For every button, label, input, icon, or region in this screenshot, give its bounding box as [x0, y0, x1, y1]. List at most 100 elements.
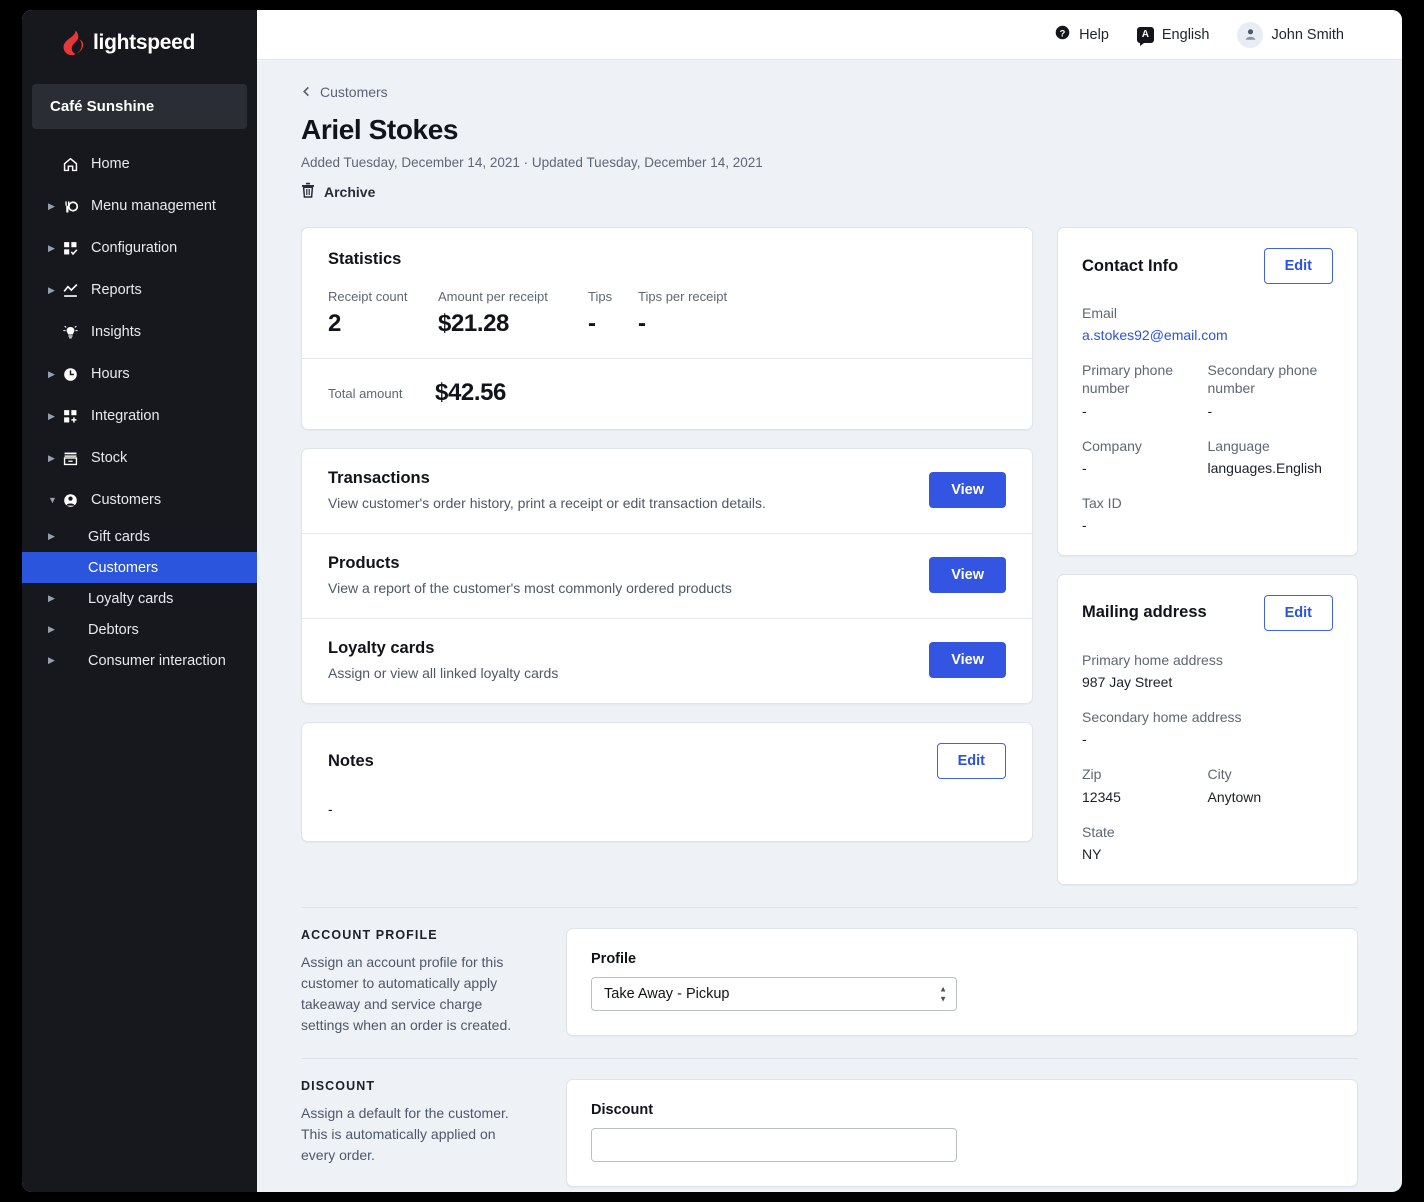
primary-phone-field: Primary phone number - — [1082, 361, 1208, 418]
statistics-metrics: Receipt count 2 Amount per receipt $21.2… — [328, 289, 1006, 338]
stepper-arrows-icon[interactable]: ▲ ▼ — [939, 985, 947, 1004]
company-language-fields: Company - Language languages.English — [1082, 437, 1333, 476]
email-field: Email a.stokes92@email.com — [1082, 304, 1333, 343]
discount-select[interactable] — [591, 1127, 957, 1162]
brand-logo[interactable]: lightspeed — [22, 10, 257, 76]
chevron-right-icon[interactable]: ▶ — [48, 624, 62, 635]
chevron-right-icon[interactable]: ▶ — [48, 285, 62, 295]
archive-button[interactable]: Archive — [301, 182, 1358, 201]
actions-card: Transactions View customer's order histo… — [301, 448, 1033, 704]
chevron-right-icon[interactable]: ▶ — [48, 369, 62, 379]
city-field: City Anytown — [1208, 765, 1334, 804]
main-area: ? Help A English John Smith Customers Ar… — [257, 10, 1402, 1192]
view-loyalty-cards-button[interactable]: View — [929, 642, 1006, 678]
sidebar-item-configuration[interactable]: ▶ Configuration — [22, 227, 257, 269]
chevron-right-icon[interactable]: ▶ — [48, 453, 62, 463]
breadcrumb[interactable]: Customers — [301, 84, 1358, 100]
chevron-right-icon[interactable]: ▶ — [48, 655, 62, 666]
chevron-right-icon[interactable]: ▶ — [48, 531, 62, 542]
sidebar-subitem-loyalty-cards[interactable]: ▶ Loyalty cards — [22, 583, 257, 614]
chevron-down-icon[interactable]: ▼ — [48, 495, 62, 505]
sidebar-item-hours[interactable]: ▶ Hours — [22, 353, 257, 395]
language-selector[interactable]: A English — [1136, 26, 1210, 46]
avatar — [1237, 21, 1264, 48]
chevron-down-icon: ▼ — [939, 994, 947, 1004]
chevron-right-icon[interactable]: ▶ — [48, 411, 62, 421]
sidebar-subitem-label: Debtors — [88, 621, 139, 638]
sidebar-item-home[interactable]: Home — [22, 143, 257, 185]
sidebar-item-label: Integration — [91, 408, 160, 424]
left-column: Statistics Receipt count 2 Amount per re… — [301, 227, 1033, 842]
page-title: Ariel Stokes — [301, 114, 459, 145]
stock-icon — [62, 450, 88, 467]
edit-contact-info-button[interactable]: Edit — [1263, 248, 1333, 284]
field-label: Tax ID — [1082, 494, 1122, 511]
email-link[interactable]: a.stokes92@email.com — [1082, 327, 1333, 343]
edit-notes-button[interactable]: Edit — [936, 743, 1006, 779]
total-value: $42.56 — [435, 379, 507, 406]
stat-value: - — [588, 310, 596, 337]
field-label: State — [1082, 823, 1115, 840]
mailing-address-title: Mailing address — [1082, 603, 1207, 622]
action-text: Transactions View customer's order histo… — [328, 469, 929, 511]
statistics-top: Statistics Receipt count 2 Amount per re… — [302, 228, 1032, 358]
field-value: - — [1082, 402, 1087, 419]
stat-label: Receipt count — [328, 289, 408, 304]
integration-icon — [62, 408, 88, 425]
edit-mailing-address-button[interactable]: Edit — [1263, 594, 1333, 631]
action-title: Loyalty cards — [328, 639, 435, 657]
breadcrumb-label: Customers — [320, 84, 388, 100]
sidebar-subitem-gift-cards[interactable]: ▶ Gift cards — [22, 521, 257, 552]
chevron-right-icon[interactable]: ▶ — [48, 243, 62, 253]
profile-select[interactable]: Take Away - Pickup — [591, 976, 957, 1011]
page-meta: Added Tuesday, December 14, 2021 · Updat… — [301, 155, 763, 170]
field-label: Primary home address — [1082, 651, 1223, 668]
sidebar-subitem-label: Customers — [88, 559, 159, 576]
total-label: Total amount — [328, 385, 403, 401]
help-label: Help — [1079, 26, 1109, 43]
stat-label: Tips per receipt — [638, 289, 728, 304]
field-value: Anytown — [1207, 788, 1262, 805]
notes-value: - — [328, 801, 333, 817]
mailing-address-card: Mailing address Edit Primary home addres… — [1057, 573, 1358, 885]
sidebar-subitem-debtors[interactable]: ▶ Debtors — [22, 614, 257, 645]
sidebar-item-menu-management[interactable]: ▶ Menu management — [22, 185, 257, 227]
action-title: Transactions — [328, 469, 430, 487]
view-transactions-button[interactable]: View — [929, 472, 1006, 508]
store-selector[interactable]: Café Sunshine — [32, 84, 247, 129]
chevron-right-icon[interactable]: ▶ — [48, 201, 62, 211]
field-label: Language — [1207, 437, 1270, 454]
products-row: Products View a report of the customer's… — [302, 533, 1032, 618]
sidebar-item-label: Hours — [91, 366, 130, 382]
sidebar-item-label: Reports — [91, 282, 142, 298]
action-desc: View a report of the customer's most com… — [328, 580, 732, 596]
sidebar-item-label: Home — [91, 156, 130, 172]
chevron-left-icon — [301, 84, 312, 100]
sidebar-item-customers[interactable]: ▼ Customers — [22, 479, 257, 521]
sidebar-subitem-consumer-interaction[interactable]: ▶ Consumer interaction — [22, 645, 257, 676]
sidebar-item-integration[interactable]: ▶ Integration — [22, 395, 257, 437]
company-field: Company - — [1082, 437, 1208, 476]
menu-management-icon — [62, 198, 88, 215]
stat-value: - — [638, 310, 646, 337]
secondary-home-address-field: Secondary home address - — [1082, 708, 1333, 747]
account-profile-section: ACCOUNT PROFILE Assign an account profil… — [301, 906, 1358, 1036]
account-profile-desc: Assign an account profile for this custo… — [301, 953, 512, 1033]
sidebar-item-stock[interactable]: ▶ Stock — [22, 437, 257, 479]
stat-receipt-count: Receipt count 2 — [328, 289, 438, 338]
chevron-right-icon[interactable]: ▶ — [48, 593, 62, 604]
help-button[interactable]: ? Help — [1054, 24, 1109, 45]
statistics-card: Statistics Receipt count 2 Amount per re… — [301, 227, 1033, 430]
field-label: Primary phone number — [1082, 362, 1174, 397]
language-label: English — [1161, 26, 1210, 43]
field-value: - — [1082, 459, 1087, 476]
view-products-button[interactable]: View — [929, 557, 1006, 593]
field-value: languages.English — [1207, 459, 1322, 476]
user-menu[interactable]: John Smith — [1237, 21, 1344, 48]
sidebar-item-reports[interactable]: ▶ Reports — [22, 269, 257, 311]
sidebar-subitem-customers[interactable]: Customers — [22, 552, 257, 583]
field-label: Secondary home address — [1082, 709, 1242, 726]
sidebar-item-insights[interactable]: Insights — [22, 311, 257, 353]
field-value: 12345 — [1082, 788, 1121, 805]
notes-title: Notes — [328, 751, 374, 770]
